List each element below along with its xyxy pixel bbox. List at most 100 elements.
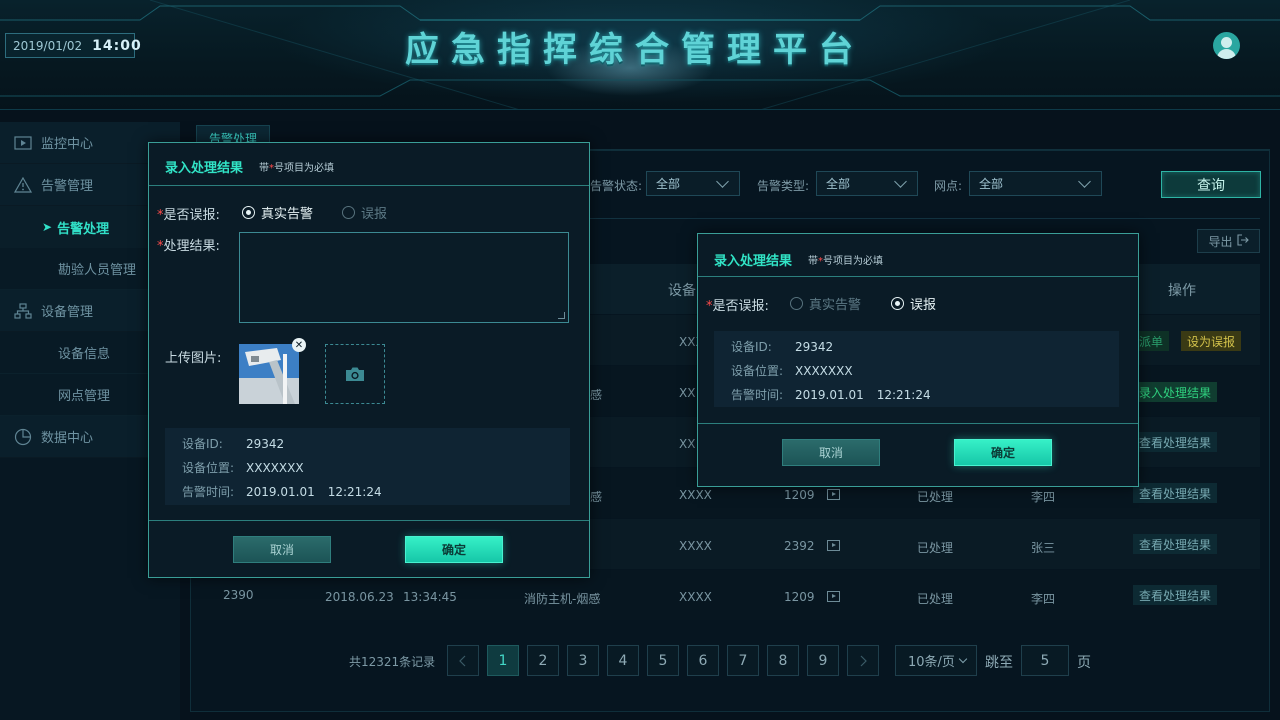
select-value: 全部 — [826, 177, 851, 191]
device-location-row: 设备位置: XXXXXXX — [182, 459, 304, 476]
result-textarea[interactable] — [239, 232, 569, 323]
radio-false-alarm[interactable]: 误报 — [891, 294, 936, 313]
page-button-7[interactable]: 7 — [727, 645, 759, 676]
datetime-separator — [84, 37, 91, 54]
warning-triangle-icon — [14, 176, 32, 194]
page-button-9[interactable]: 9 — [807, 645, 839, 676]
select-value: 全部 — [656, 177, 681, 191]
enter-result-button[interactable]: 录入处理结果 — [1133, 382, 1218, 402]
page-button-2[interactable]: 2 — [527, 645, 559, 676]
table-cell-code: 1209 — [784, 488, 815, 502]
result-label-text: 处理结果: — [163, 239, 220, 254]
radio-real-alarm[interactable]: 真实告警 — [242, 203, 313, 222]
device-id-row: 设备ID: 29342 — [731, 338, 833, 355]
view-result-button[interactable]: 查看处理结果 — [1133, 585, 1218, 605]
alarm-time-label: 告警时间: — [731, 388, 784, 402]
table-cell-status: 已处理 — [917, 592, 954, 606]
dialog-title: 录入处理结果 — [165, 161, 244, 176]
uploaded-image-thumbnail[interactable] — [239, 344, 299, 404]
dialog-required-hint: 带*号项目为必填 — [808, 252, 883, 267]
remove-image-icon[interactable]: ✕ — [292, 338, 306, 352]
radio-dot-icon — [790, 297, 803, 310]
alarm-time-label: 告警时间: — [182, 485, 235, 499]
page-button-5[interactable]: 5 — [647, 645, 679, 676]
active-arrow-icon: ➤ — [42, 220, 53, 234]
cancel-button[interactable]: 取消 — [782, 439, 880, 466]
alarm-date-value: 2019.01.01 — [795, 388, 864, 402]
page-button-4[interactable]: 4 — [607, 645, 639, 676]
table-cell-device: XXXX — [679, 488, 712, 502]
radio-false-alarm[interactable]: 误报 — [342, 203, 387, 222]
page-unit-label: 页 — [1077, 655, 1091, 671]
radio-dot-icon — [891, 297, 904, 310]
filter-type-select[interactable]: 全部 — [816, 171, 918, 196]
page-button-1[interactable]: 1 — [487, 645, 519, 676]
page-button-6[interactable]: 6 — [687, 645, 719, 676]
play-video-icon[interactable] — [827, 591, 840, 602]
page-size-value: 10条/页 — [908, 655, 955, 670]
page-button-8[interactable]: 8 — [767, 645, 799, 676]
export-button[interactable]: 导出 — [1197, 229, 1260, 253]
filter-site-select[interactable]: 全部 — [969, 171, 1102, 196]
page-size-select[interactable]: 10条/页 — [895, 645, 977, 676]
prev-page-button[interactable] — [447, 645, 479, 676]
device-id-label: 设备ID: — [182, 437, 223, 451]
view-result-button[interactable]: 查看处理结果 — [1133, 483, 1218, 503]
upload-image-button[interactable] — [325, 344, 385, 404]
false-alarm-label: *是否误报: — [706, 295, 769, 314]
jump-label: 跳至 — [985, 655, 1013, 671]
play-video-icon[interactable] — [827, 540, 840, 551]
table-cell-type: 感 — [590, 388, 603, 402]
sidebar-item-label: 告警管理 — [41, 179, 94, 194]
header-time: 14:00 — [92, 37, 142, 54]
table-cell-status: 已处理 — [917, 541, 954, 555]
table-cell-code: 2392 — [784, 539, 815, 553]
device-location-label: 设备位置: — [182, 461, 235, 475]
radio-label: 误报 — [361, 207, 388, 222]
table-cell-person: 张三 — [1031, 541, 1056, 555]
device-location-label: 设备位置: — [731, 364, 784, 378]
radio-real-alarm[interactable]: 真实告警 — [790, 294, 861, 313]
radio-label: 真实告警 — [261, 207, 314, 222]
radio-label: 真实告警 — [809, 298, 862, 313]
view-result-button[interactable]: 查看处理结果 — [1133, 534, 1218, 554]
page-button-3[interactable]: 3 — [567, 645, 599, 676]
device-location-value: XXXXXXX — [246, 461, 304, 475]
confirm-button[interactable]: 确定 — [405, 536, 503, 563]
radio-label: 误报 — [910, 298, 937, 313]
next-page-button[interactable] — [847, 645, 879, 676]
sidebar-item-label: 勘验人员管理 — [58, 263, 137, 278]
export-icon — [1236, 233, 1249, 249]
filter-status-select[interactable]: 全部 — [646, 171, 740, 196]
device-location-row: 设备位置: XXXXXXX — [731, 362, 853, 379]
confirm-button[interactable]: 确定 — [954, 439, 1052, 466]
false-alarm-label-text: 是否误报: — [163, 208, 220, 223]
filter-site-label: 网点: — [934, 179, 963, 193]
false-alarm-label: *是否误报: — [157, 204, 220, 223]
mark-false-alarm-button[interactable]: 设为误报 — [1181, 331, 1242, 351]
datetime-display: 2019/01/02 14:00 — [5, 33, 141, 58]
hint-suffix: 号项目为必填 — [274, 163, 334, 174]
query-button[interactable]: 查询 — [1161, 171, 1261, 198]
table-cell-device: XXXX — [679, 590, 712, 604]
camera-icon — [346, 367, 364, 381]
device-id-label: 设备ID: — [731, 340, 772, 354]
play-video-icon[interactable] — [827, 489, 840, 500]
table-cell-person: 李四 — [1031, 490, 1056, 504]
filter-status-label: 告警状态: — [590, 179, 643, 193]
resize-handle-icon[interactable] — [558, 312, 565, 319]
device-id-row: 设备ID: 29342 — [182, 435, 284, 452]
filter-type-label: 告警类型: — [757, 179, 810, 193]
false-alarm-label-text: 是否误报: — [712, 299, 769, 314]
table-cell-person: 李四 — [1031, 592, 1056, 606]
cancel-button[interactable]: 取消 — [233, 536, 331, 563]
app-header: 2019/01/02 14:00 应急指挥综合管理平台 — [0, 0, 1280, 110]
user-avatar-icon[interactable] — [1213, 32, 1240, 59]
sidebar-item-label: 网点管理 — [58, 389, 111, 404]
jump-page-input[interactable]: 5 — [1021, 645, 1069, 676]
sidebar-item-label: 监控中心 — [41, 137, 94, 152]
chevron-down-icon — [958, 654, 968, 664]
table-cell-status: 已处理 — [917, 490, 954, 504]
table-cell-code: 1209 — [784, 590, 815, 604]
view-result-button[interactable]: 查看处理结果 — [1133, 432, 1218, 452]
